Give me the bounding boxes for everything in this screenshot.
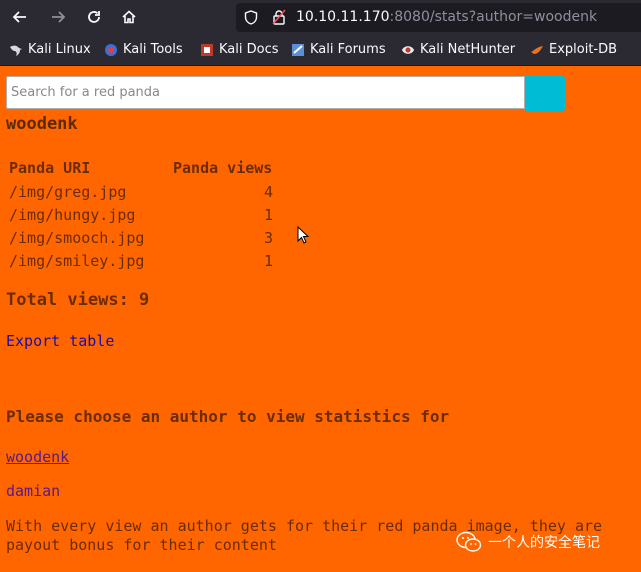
bookmark-kali-docs[interactable]: Kali Docs bbox=[200, 42, 279, 57]
forward-arrow-icon bbox=[52, 11, 66, 23]
panda-uri: /img/smooch.jpg bbox=[9, 228, 145, 247]
wechat-icon bbox=[456, 531, 482, 552]
bookmark-kali-forums[interactable]: Kali Forums bbox=[291, 42, 386, 57]
url-text: 10.10.11.170:8080/stats?author=woodenk bbox=[296, 3, 597, 32]
bookmark-kali-linux[interactable]: Kali Linux bbox=[9, 42, 91, 57]
bookmark-label: Kali Docs bbox=[219, 42, 279, 57]
back-arrow-icon bbox=[12, 11, 26, 23]
bookmark-exploit-db[interactable]: Exploit-DB bbox=[530, 42, 617, 57]
bookmark-kali-nethunter[interactable]: Kali NetHunter bbox=[401, 42, 515, 57]
shield-icon[interactable] bbox=[244, 10, 258, 25]
mouse-pointer-icon bbox=[297, 226, 309, 244]
author-link-woodenk[interactable]: woodenk bbox=[6, 448, 69, 466]
url-host: 10.10.11.170 bbox=[296, 9, 390, 25]
bookmark-kali-tools[interactable]: Kali Tools bbox=[104, 42, 183, 57]
home-icon bbox=[122, 10, 136, 24]
table-header-row: Panda URI Panda views bbox=[6, 156, 276, 180]
bookmark-label: Kali Forums bbox=[310, 42, 386, 57]
nethunter-icon bbox=[402, 45, 414, 54]
search-button[interactable] bbox=[525, 76, 566, 111]
panda-views: 1 bbox=[263, 251, 273, 270]
kali-forums-icon bbox=[292, 43, 304, 56]
bookmark-label: Kali NetHunter bbox=[420, 42, 516, 57]
url-path: :8080/stats?author=woodenk bbox=[389, 9, 598, 25]
panda-uri: /img/smiley.jpg bbox=[9, 251, 145, 270]
home-button[interactable] bbox=[115, 4, 143, 30]
kali-tools-icon bbox=[105, 43, 117, 56]
table-row: /img/greg.jpg 4 bbox=[6, 180, 276, 203]
choose-author-heading: Please choose an author to view statisti… bbox=[6, 407, 450, 426]
search-input[interactable] bbox=[6, 76, 525, 109]
table-row: /img/smiley.jpg 1 bbox=[6, 249, 276, 272]
bookmark-label: Exploit-DB bbox=[549, 42, 618, 57]
table-row: /img/smooch.jpg 3 bbox=[6, 226, 276, 249]
column-header-uri: Panda URI bbox=[9, 159, 91, 177]
panda-uri: /img/hungy.jpg bbox=[9, 205, 136, 224]
exploit-db-icon bbox=[531, 45, 543, 54]
author-heading: woodenk bbox=[6, 114, 78, 134]
table-row: /img/hungy.jpg 1 bbox=[6, 203, 276, 226]
reload-button[interactable] bbox=[80, 4, 108, 30]
back-button[interactable] bbox=[6, 4, 34, 30]
watermark-text: 一个人的安全笔记 bbox=[488, 535, 600, 551]
panda-views: 1 bbox=[263, 205, 273, 224]
panda-views: 4 bbox=[263, 182, 273, 201]
export-table-link[interactable]: Export table bbox=[6, 332, 114, 350]
wechat-watermark: 一个人的安全笔记 bbox=[456, 531, 600, 553]
search-form bbox=[6, 76, 566, 111]
column-header-views: Panda views bbox=[173, 159, 273, 177]
reload-icon bbox=[88, 11, 100, 23]
kali-docs-icon bbox=[201, 43, 213, 56]
panda-views: 3 bbox=[263, 228, 273, 247]
address-bar[interactable]: 10.10.11.170:8080/stats?author=woodenk bbox=[236, 3, 641, 32]
panda-uri: /img/greg.jpg bbox=[9, 182, 127, 201]
panda-stats-table: Panda URI Panda views /img/greg.jpg 4 /i… bbox=[6, 156, 276, 272]
kali-dragon-icon bbox=[10, 45, 22, 56]
insecure-lock-icon[interactable] bbox=[272, 9, 286, 25]
forward-button[interactable] bbox=[44, 4, 72, 30]
author-link-damian[interactable]: damian bbox=[6, 482, 60, 500]
bookmark-label: Kali Linux bbox=[28, 42, 91, 57]
browser-toolbar: 10.10.11.170:8080/stats?author=woodenk bbox=[0, 0, 641, 35]
bookmarks-bar: Kali Linux Kali Tools Kali Docs Kali For… bbox=[0, 35, 641, 66]
total-views: Total views: 9 bbox=[6, 290, 150, 310]
bookmark-label: Kali Tools bbox=[123, 42, 183, 57]
